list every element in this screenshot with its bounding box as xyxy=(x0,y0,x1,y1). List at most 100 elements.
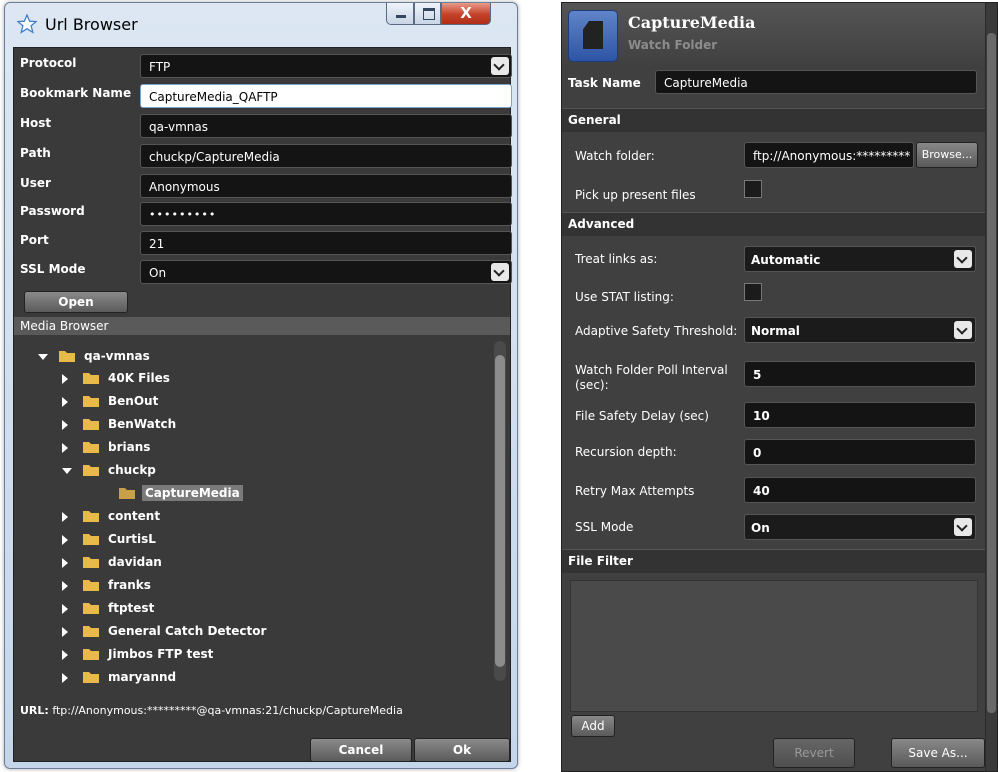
tree-scrollbar[interactable] xyxy=(494,341,506,681)
expand-arrow-icon[interactable] xyxy=(62,581,68,591)
chevron-down-icon[interactable] xyxy=(491,57,509,75)
port-input[interactable]: 21 xyxy=(140,231,512,255)
url-readout: URL: ftp://Anonymous:*********@qa-vmnas:… xyxy=(20,704,403,717)
retry-max-input[interactable]: 40 xyxy=(744,477,976,503)
ok-button[interactable]: Ok xyxy=(414,738,510,762)
expand-arrow-icon[interactable] xyxy=(62,374,68,384)
chevron-down-icon[interactable] xyxy=(954,518,972,536)
tree-label: Jimbos FTP test xyxy=(108,647,214,661)
bookmark-input[interactable]: CaptureMedia_QAFTP xyxy=(140,84,512,108)
cancel-button[interactable]: Cancel xyxy=(310,738,412,762)
ssl-mode-label: SSL Mode xyxy=(575,520,634,534)
host-label: Host xyxy=(20,116,52,130)
browse-button[interactable]: Browse... xyxy=(916,142,978,168)
folder-icon xyxy=(83,419,99,430)
scrollbar-thumb[interactable] xyxy=(495,355,505,667)
revert-button[interactable]: Revert xyxy=(773,738,855,768)
stat-listing-checkbox[interactable] xyxy=(744,283,762,301)
url-browser-window: Url Browser X Protocol FTP Bookmark Name… xyxy=(4,2,518,769)
protocol-value: FTP xyxy=(149,60,171,74)
panel-scrollbar[interactable] xyxy=(985,3,997,771)
adaptive-safety-value: Normal xyxy=(751,324,800,338)
ssl-select[interactable]: On xyxy=(140,260,512,284)
task-name-input[interactable]: CaptureMedia xyxy=(655,70,977,94)
bookmark-row: Bookmark Name CaptureMedia_QAFTP xyxy=(14,82,512,108)
chevron-down-icon[interactable] xyxy=(954,250,972,268)
expand-arrow-icon[interactable] xyxy=(62,535,68,545)
expand-arrow-icon[interactable] xyxy=(62,627,68,637)
expand-arrow-icon[interactable] xyxy=(62,650,68,660)
tree-label: maryannd xyxy=(108,670,177,684)
chevron-down-icon[interactable] xyxy=(491,263,509,281)
folder-icon xyxy=(83,534,99,545)
folder-icon xyxy=(83,649,99,660)
add-filter-button[interactable]: Add xyxy=(571,715,615,737)
password-input[interactable]: ••••••••• xyxy=(140,202,512,226)
task-subtitle: Watch Folder xyxy=(628,38,718,52)
stat-listing-label: Use STAT listing: xyxy=(575,290,674,304)
poll-interval-input[interactable]: 5 xyxy=(744,361,976,387)
tree-label: CurtisL xyxy=(108,532,156,546)
expand-arrow-icon[interactable] xyxy=(62,443,68,453)
ssl-mode-select[interactable]: On xyxy=(744,514,976,540)
pickup-files-checkbox[interactable] xyxy=(744,180,762,198)
collapse-arrow-icon[interactable] xyxy=(38,354,48,360)
recursion-depth-label: Recursion depth: xyxy=(575,445,677,459)
tree-label: franks xyxy=(108,578,151,592)
path-input[interactable]: chuckp/CaptureMedia xyxy=(140,144,512,168)
tree-label: qa-vmnas xyxy=(84,349,150,363)
url-browser-content: Protocol FTP Bookmark Name CaptureMedia_… xyxy=(13,47,512,762)
folder-icon xyxy=(83,442,99,453)
file-safety-delay-input[interactable]: 10 xyxy=(744,402,976,428)
bookmark-label: Bookmark Name xyxy=(20,86,132,100)
chevron-down-icon[interactable] xyxy=(954,321,972,339)
close-button[interactable]: X xyxy=(441,3,491,25)
port-label: Port xyxy=(20,233,49,247)
folder-icon xyxy=(83,396,99,407)
expand-arrow-icon[interactable] xyxy=(62,397,68,407)
collapse-arrow-icon[interactable] xyxy=(62,468,72,474)
task-title: CaptureMedia xyxy=(628,13,756,32)
scrollbar-thumb[interactable] xyxy=(987,33,996,713)
window-title: Url Browser xyxy=(45,15,138,34)
expand-arrow-icon[interactable] xyxy=(62,420,68,430)
minimize-button[interactable] xyxy=(386,3,414,25)
media-browser-tree: qa-vmnas 40K Files BenOut BenWatch brian xyxy=(14,335,510,693)
close-icon: X xyxy=(460,4,472,22)
protocol-label: Protocol xyxy=(20,56,77,70)
watch-folder-input[interactable]: ftp://Anonymous:********* xyxy=(744,142,914,168)
adaptive-safety-select[interactable]: Normal xyxy=(744,317,976,343)
user-input[interactable]: Anonymous xyxy=(140,174,512,198)
expand-arrow-icon[interactable] xyxy=(62,604,68,614)
watch-folder-icon xyxy=(568,10,618,62)
folder-icon xyxy=(83,672,99,683)
expand-arrow-icon[interactable] xyxy=(62,512,68,522)
file-filter-list[interactable] xyxy=(570,580,978,712)
star-icon xyxy=(17,14,37,34)
tree-label: chuckp xyxy=(108,463,156,477)
expand-arrow-icon[interactable] xyxy=(62,558,68,568)
poll-interval-label: Watch Folder Poll Interval (sec): xyxy=(575,363,728,392)
path-label: Path xyxy=(20,146,51,160)
task-header: CaptureMedia Watch Folder xyxy=(562,3,997,69)
tree-label: brians xyxy=(108,440,151,454)
tree-label: CaptureMedia xyxy=(142,485,243,501)
treat-links-label: Treat links as: xyxy=(575,252,658,266)
maximize-button[interactable] xyxy=(414,3,441,25)
port-row: Port 21 xyxy=(14,229,512,255)
save-as-button[interactable]: Save As... xyxy=(891,738,985,768)
protocol-select[interactable]: FTP xyxy=(140,54,512,78)
password-row: Password ••••••••• xyxy=(14,200,512,226)
host-row: Host qa-vmnas xyxy=(14,112,512,138)
advanced-section-header: Advanced xyxy=(562,212,986,236)
watch-folder-label: Watch folder: xyxy=(575,149,655,163)
media-browser-header: Media Browser xyxy=(14,317,510,335)
host-input[interactable]: qa-vmnas xyxy=(140,114,512,138)
open-button[interactable]: Open xyxy=(24,291,128,313)
treat-links-select[interactable]: Automatic xyxy=(744,246,976,272)
file-filter-section-header: File Filter xyxy=(562,549,986,573)
expand-arrow-icon[interactable] xyxy=(62,673,68,683)
ssl-row: SSL Mode On xyxy=(14,258,512,284)
recursion-depth-input[interactable]: 0 xyxy=(744,439,976,465)
title-bar[interactable]: Url Browser X xyxy=(5,3,517,45)
